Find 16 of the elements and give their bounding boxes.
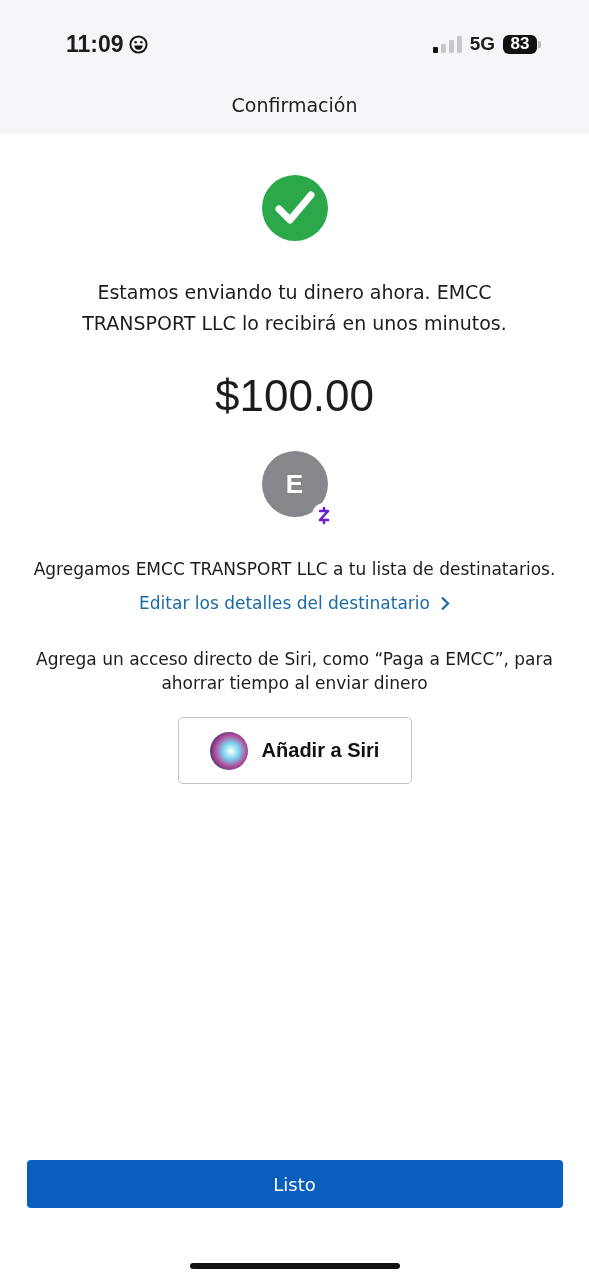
siri-note: Agrega un acceso directo de Siri, como “Paga a EMCC”, para ahorrar tiempo al enviar dinero [35, 648, 554, 695]
edit-recipient-link[interactable]: Editar los detalles del destinatario [139, 593, 450, 613]
network-label: 5G [469, 33, 495, 55]
recipient-note: Agregamos EMCC TRANSPORT LLC a tu lista de destinatarios. [32, 558, 557, 581]
checkmark-icon [261, 175, 328, 241]
confirmation-message: Estamos enviando tu dinero ahora. EMCC TRANSPORT LLC lo recibirá en unos minutos. [81, 280, 508, 336]
siri-orb-icon [209, 731, 248, 770]
add-to-siri-button[interactable]: Añadir a Siri [177, 717, 412, 784]
amount: $100.00 [214, 371, 375, 421]
done-button[interactable]: Listo [26, 1160, 563, 1208]
status-time: 11:09 [66, 30, 124, 58]
screen-title: Confirmación [230, 94, 359, 116]
signal-icon [432, 35, 462, 53]
recipient-avatar: E [261, 451, 328, 517]
chevron-icon [439, 595, 450, 611]
smiley-icon [128, 34, 148, 54]
